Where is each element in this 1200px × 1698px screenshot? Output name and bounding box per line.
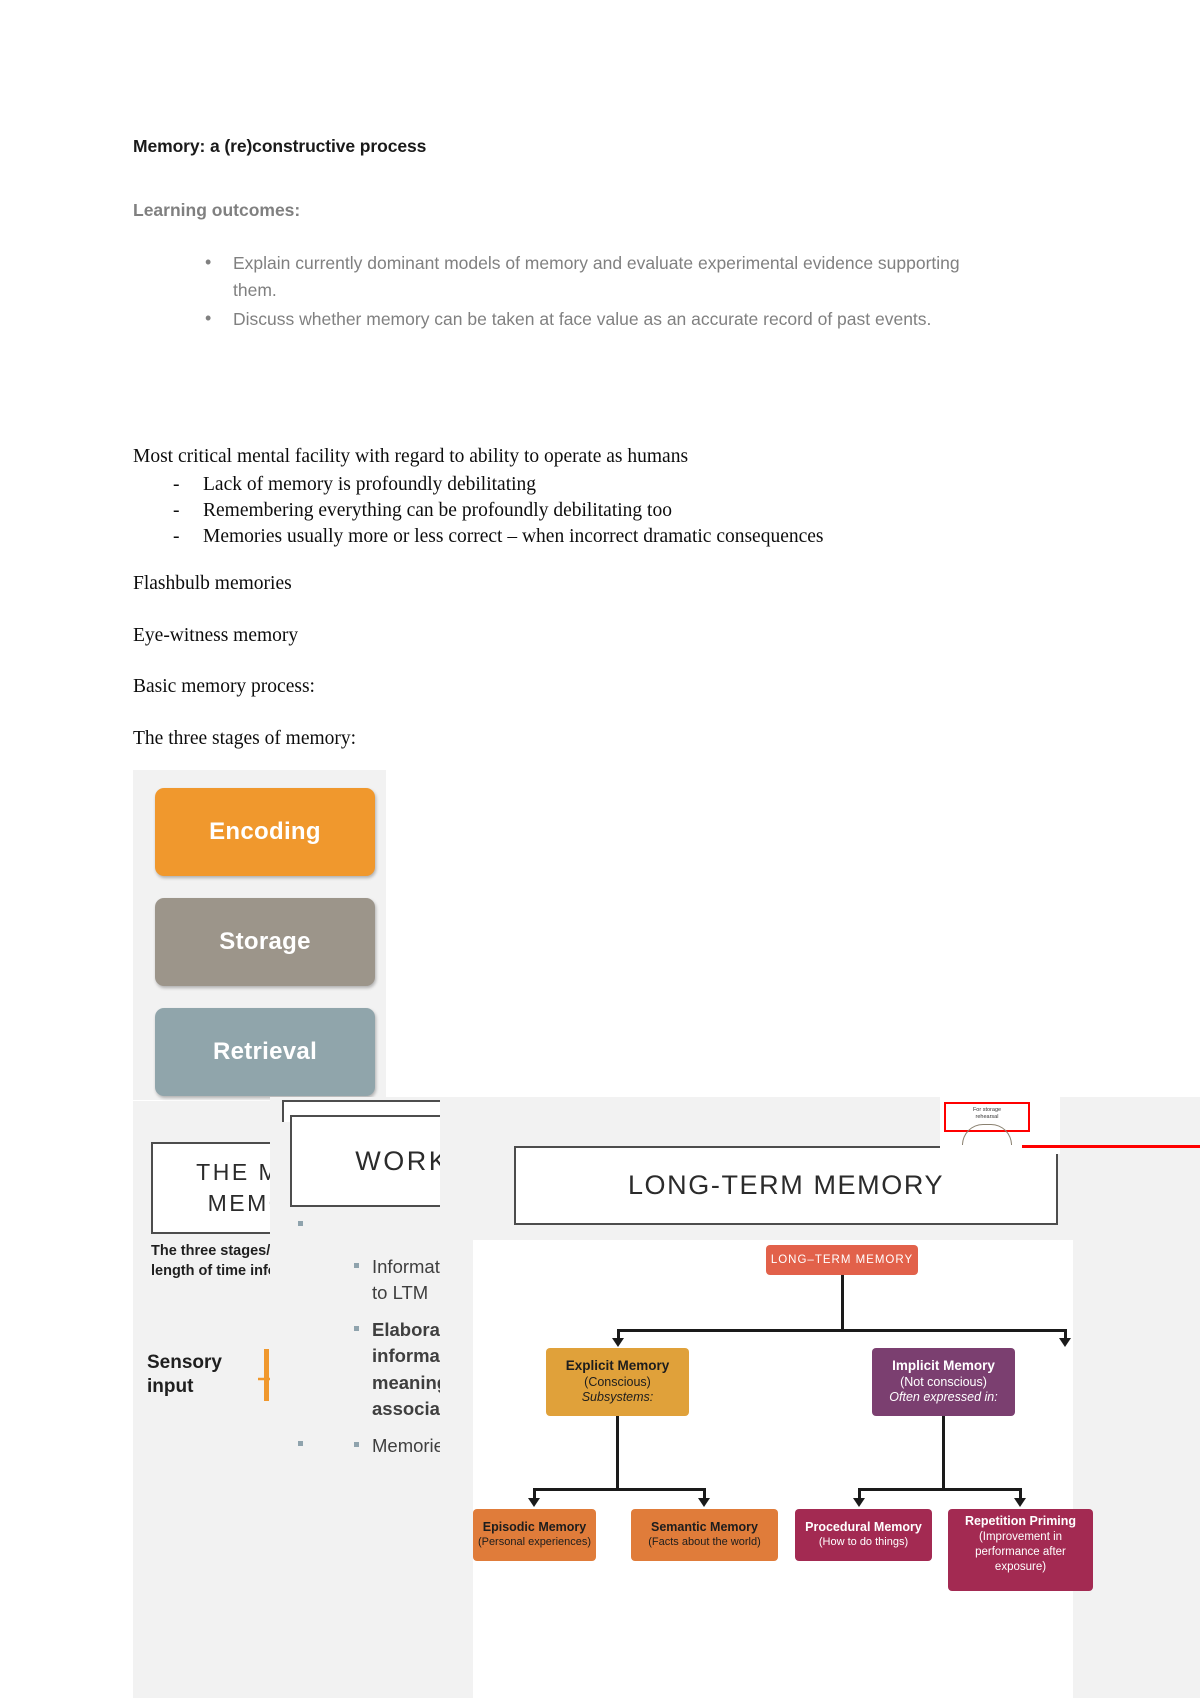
sensory-input-line1: Sensory	[147, 1352, 222, 1373]
node-label: Procedural Memory	[805, 1520, 922, 1535]
rehearsal-box-line1: For storage	[972, 1107, 1002, 1113]
document-page: Memory: a (re)constructive process Learn…	[0, 0, 1200, 1698]
intro-point-text: Memories usually more or less correct – …	[203, 526, 824, 547]
topic-flashbulb: Flashbulb memories	[133, 573, 292, 594]
node-label: LONG–TERM MEMORY	[770, 1253, 914, 1266]
dash-glyph: -	[173, 526, 180, 547]
intro-point-text: Lack of memory is profoundly debilitatin…	[203, 474, 537, 495]
bullet-glyph: •	[205, 252, 212, 272]
intro-point-text: Remembering everything can be profoundly…	[203, 500, 672, 521]
node-semantic-memory: Semantic Memory (Facts about the world)	[631, 1509, 778, 1561]
connector-line	[858, 1488, 1021, 1491]
list-item: • Explain currently dominant models of m…	[133, 250, 993, 304]
sensory-input-label: Sensory input	[147, 1351, 222, 1399]
topic-eyewitness: Eye-witness memory	[133, 625, 299, 646]
rehearsal-box-line2: rehearsal	[975, 1113, 999, 1120]
node-sublabel: (Not conscious)	[900, 1374, 987, 1389]
node-explicit-memory: Explicit Memory (Conscious) Subsystems:	[546, 1348, 689, 1416]
red-rule-line	[1022, 1145, 1200, 1148]
node-label: Explicit Memory	[565, 1357, 670, 1373]
node-sublabel: (Improvement in performance after exposu…	[975, 1530, 1066, 1573]
node-procedural-memory: Procedural Memory (How to do things)	[795, 1509, 932, 1561]
arrowhead-icon	[853, 1498, 865, 1507]
bullet-glyph: •	[205, 308, 212, 329]
learning-outcome-text: Explain currently dominant models of mem…	[233, 253, 960, 301]
ltm-diagram-canvas	[473, 1240, 1073, 1698]
connector-line	[616, 1416, 619, 1490]
connector-line	[841, 1275, 844, 1331]
node-sublabel-italic: Often expressed in:	[889, 1390, 998, 1405]
connector-line	[533, 1488, 705, 1491]
node-long-term-memory: LONG–TERM MEMORY	[766, 1245, 918, 1275]
node-label: Episodic Memory	[482, 1520, 587, 1535]
bullet-marker-icon	[298, 1441, 303, 1446]
node-label: Implicit Memory	[892, 1357, 995, 1373]
node-sublabel: (How to do things)	[818, 1535, 909, 1548]
arrowhead-icon	[528, 1498, 540, 1507]
arrowhead-icon	[1014, 1498, 1026, 1507]
list-item: - Remembering everything can be profound…	[133, 498, 1033, 524]
node-sublabel-italic: Subsystems:	[581, 1390, 654, 1405]
arrowhead-icon	[698, 1498, 710, 1507]
learning-outcome-text: Discuss whether memory can be taken at f…	[233, 309, 932, 330]
node-repetition-priming: Repetition Priming (Improvement in perfo…	[948, 1509, 1093, 1591]
three-stages-graphic: Encoding Storage Retrieval	[133, 770, 386, 1100]
connector-line	[942, 1416, 945, 1490]
node-label: Repetition Priming	[964, 1514, 1077, 1528]
dash-glyph: -	[173, 474, 180, 495]
learning-outcomes-heading: Learning outcomes:	[133, 200, 301, 220]
arrowhead-icon	[612, 1338, 624, 1347]
intro-points-list: - Lack of memory is profoundly debilitat…	[133, 472, 1033, 550]
list-item: - Memories usually more or less correct …	[133, 524, 1033, 550]
learning-outcomes-list: • Explain currently dominant models of m…	[133, 250, 993, 335]
node-sublabel: (Facts about the world)	[648, 1535, 761, 1548]
node-sublabel: (Personal experiences)	[477, 1535, 592, 1548]
topic-basic-process: Basic memory process:	[133, 676, 315, 697]
sensory-input-line2: input	[147, 1375, 194, 1397]
node-sublabel: (Conscious)	[584, 1374, 651, 1389]
topic-three-stages: The three stages of memory:	[133, 728, 357, 749]
node-label: Semantic Memory	[651, 1520, 758, 1535]
list-item: • Discuss whether memory can be taken at…	[133, 306, 993, 333]
arrowhead-icon	[1059, 1338, 1071, 1347]
stage-storage-box: Storage	[155, 898, 375, 986]
page-title: Memory: a (re)constructive process	[133, 136, 427, 156]
long-term-memory-title: LONG-TERM MEMORY	[514, 1146, 1058, 1225]
node-episodic-memory: Episodic Memory (Personal experiences)	[473, 1509, 596, 1561]
bullet-marker-icon	[298, 1221, 303, 1226]
dash-glyph: -	[173, 500, 180, 521]
connector-line	[617, 1329, 1066, 1332]
stage-encoding-box: Encoding	[155, 788, 375, 876]
node-implicit-memory: Implicit Memory (Not conscious) Often ex…	[872, 1348, 1015, 1416]
stage-retrieval-box: Retrieval	[155, 1008, 375, 1096]
list-item: - Lack of memory is profoundly debilitat…	[133, 472, 1033, 498]
sensory-store-bar	[264, 1349, 269, 1401]
intro-line: Most critical mental facility with regar…	[133, 446, 689, 467]
